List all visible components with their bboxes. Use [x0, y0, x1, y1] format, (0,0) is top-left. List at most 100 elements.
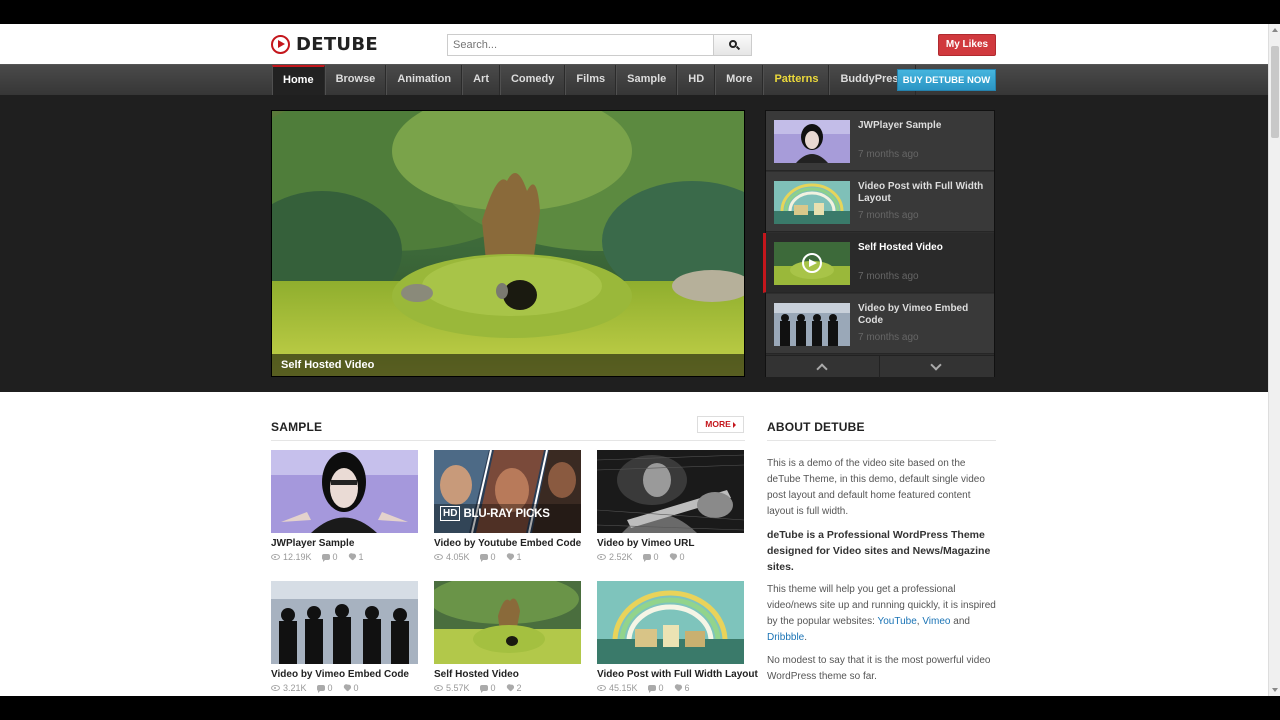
video-card[interactable]: JWPlayer Sample 12.19K 0 1: [271, 450, 418, 562]
about-paragraph: No modest to say that it is the most pow…: [767, 655, 991, 682]
caret-right-icon: [732, 421, 736, 428]
dribbble-link[interactable]: Dribbble: [767, 632, 804, 643]
nav-item-art[interactable]: Art: [462, 65, 500, 96]
scroll-down-icon[interactable]: [1272, 688, 1278, 692]
views-icon: [434, 554, 443, 560]
video-title[interactable]: JWPlayer Sample: [271, 538, 418, 549]
video-thumbnail[interactable]: HD BLU-RAY PICKS: [434, 450, 581, 533]
video-card[interactable]: HD BLU-RAY PICKS Video by Youtube Embed …: [434, 450, 581, 562]
playlist-item[interactable]: Video Post with Full Width Layout 7 mont…: [766, 172, 994, 232]
featured-section: Self Hosted Video JWPlayer Sample 7 mont…: [0, 95, 1268, 392]
youtube-link[interactable]: YouTube: [877, 616, 916, 627]
video-thumbnail[interactable]: [271, 581, 418, 664]
search-input[interactable]: [447, 34, 714, 56]
video-stats: 5.57K 0 2: [434, 683, 581, 693]
about-paragraph: This theme will help you get a professio…: [767, 584, 996, 643]
comment-icon: [479, 554, 488, 562]
nav-item-patterns[interactable]: Patterns: [763, 65, 830, 96]
video-stats: 12.19K 0 1: [271, 552, 418, 562]
nav-item-sample[interactable]: Sample: [616, 65, 678, 96]
page-scrollbar[interactable]: [1268, 24, 1280, 696]
playlist-down-button[interactable]: [880, 356, 994, 378]
site-logo[interactable]: DETUBE: [271, 33, 378, 55]
playlist-thumbnail: [774, 120, 850, 163]
comment-icon: [647, 685, 656, 693]
comment-icon: [479, 685, 488, 693]
views-icon: [271, 554, 280, 560]
video-title[interactable]: Self Hosted Video: [434, 669, 581, 680]
heart-icon: [348, 554, 356, 561]
playlist-item-title: Self Hosted Video: [858, 242, 943, 253]
nav-item-hd[interactable]: HD: [677, 65, 716, 96]
playlist-item-date: 7 months ago: [858, 271, 919, 282]
nav-item-comedy[interactable]: Comedy: [499, 65, 566, 96]
logo-text: DETUBE: [296, 33, 378, 55]
heart-icon: [669, 554, 677, 561]
about-paragraph: This is a demo of the video site based o…: [767, 458, 985, 517]
video-stats: 45.15K 0 6: [597, 683, 744, 693]
site-header: DETUBE My Likes: [0, 24, 1268, 64]
playlist-item[interactable]: Video by Vimeo Embed Code 7 months ago: [766, 294, 994, 354]
comment-icon: [642, 554, 651, 562]
nav-item-home[interactable]: Home: [272, 65, 325, 96]
playlist-item-date: 7 months ago: [858, 332, 919, 343]
playlist-item-title: Video by Vimeo Embed Code: [858, 303, 969, 326]
video-title[interactable]: Video Post with Full Width Layout: [597, 669, 758, 680]
views-icon: [597, 685, 606, 691]
video-thumbnail[interactable]: [597, 450, 744, 533]
nav-item-more[interactable]: More: [715, 65, 764, 96]
video-title[interactable]: Video by Youtube Embed Code: [434, 538, 581, 549]
search-button[interactable]: [713, 34, 752, 56]
vimeo-link[interactable]: Vimeo: [922, 616, 950, 627]
video-frame-bottom: [0, 696, 1280, 720]
video-card[interactable]: Video by Vimeo Embed Code 3.21K 0 0: [271, 581, 418, 693]
blu-ray-badge: HD BLU-RAY PICKS: [440, 506, 550, 521]
video-stats: 3.21K 0 0: [271, 683, 418, 693]
scrollbar-thumb[interactable]: [1271, 46, 1279, 138]
heart-icon: [343, 685, 351, 692]
featured-caption: Self Hosted Video: [272, 354, 744, 376]
buy-detube-button[interactable]: BUY DETUBE NOW: [897, 69, 996, 91]
nav-item-browse[interactable]: Browse: [324, 65, 387, 96]
heart-icon: [506, 554, 514, 561]
video-card[interactable]: Self Hosted Video 5.57K 0 2: [434, 581, 581, 693]
featured-playlist: JWPlayer Sample 7 months ago Video Post: [763, 110, 995, 378]
views-icon: [597, 554, 606, 560]
about-text: This is a demo of the video site based o…: [767, 456, 996, 692]
video-card[interactable]: Video by Vimeo URL 2.52K 0 0: [597, 450, 744, 562]
chevron-down-icon: [930, 359, 942, 371]
featured-video-player[interactable]: Self Hosted Video: [271, 110, 745, 377]
views-icon: [271, 685, 280, 691]
scroll-up-icon[interactable]: [1272, 28, 1278, 32]
video-stats: 4.05K 0 1: [434, 552, 581, 562]
playlist-item-date: 7 months ago: [858, 210, 919, 221]
playlist-up-button[interactable]: [766, 356, 880, 378]
video-thumbnail[interactable]: [597, 581, 744, 664]
playlist-item-title: Video Post with Full Width Layout: [858, 181, 984, 204]
video-title[interactable]: Video by Vimeo Embed Code: [271, 669, 418, 680]
forest-scene-image: [272, 111, 744, 376]
video-thumbnail[interactable]: [271, 450, 418, 533]
my-likes-button[interactable]: My Likes: [938, 34, 996, 56]
video-thumbnail[interactable]: [434, 581, 581, 664]
playlist-item-active[interactable]: Self Hosted Video 7 months ago: [763, 233, 994, 293]
playlist-nav: [766, 355, 994, 378]
about-paragraph-bold: deTube is a Professional WordPress Theme…: [767, 529, 991, 573]
playlist-item-date: 7 months ago: [858, 149, 919, 160]
video-frame-top: [0, 0, 1280, 24]
nav-item-animation[interactable]: Animation: [386, 65, 463, 96]
browser-page: DETUBE My Likes Home Browse Animation Ar…: [0, 24, 1268, 696]
sample-section-title: SAMPLE: [271, 420, 323, 434]
main-nav: Home Browse Animation Art Comedy Films S…: [0, 64, 1268, 96]
playlist-item-title: JWPlayer Sample: [858, 120, 942, 131]
comment-icon: [321, 554, 330, 562]
nav-item-films[interactable]: Films: [565, 65, 617, 96]
heart-icon: [674, 685, 682, 692]
video-card[interactable]: Video Post with Full Width Layout 45.15K…: [597, 581, 758, 693]
sample-more-button[interactable]: MORE: [697, 416, 744, 433]
playlist-item[interactable]: JWPlayer Sample 7 months ago: [766, 111, 994, 171]
playlist-thumbnail: [774, 303, 850, 346]
video-title[interactable]: Video by Vimeo URL: [597, 538, 744, 549]
chevron-up-icon: [816, 363, 828, 375]
playlist-thumbnail: [774, 181, 850, 224]
